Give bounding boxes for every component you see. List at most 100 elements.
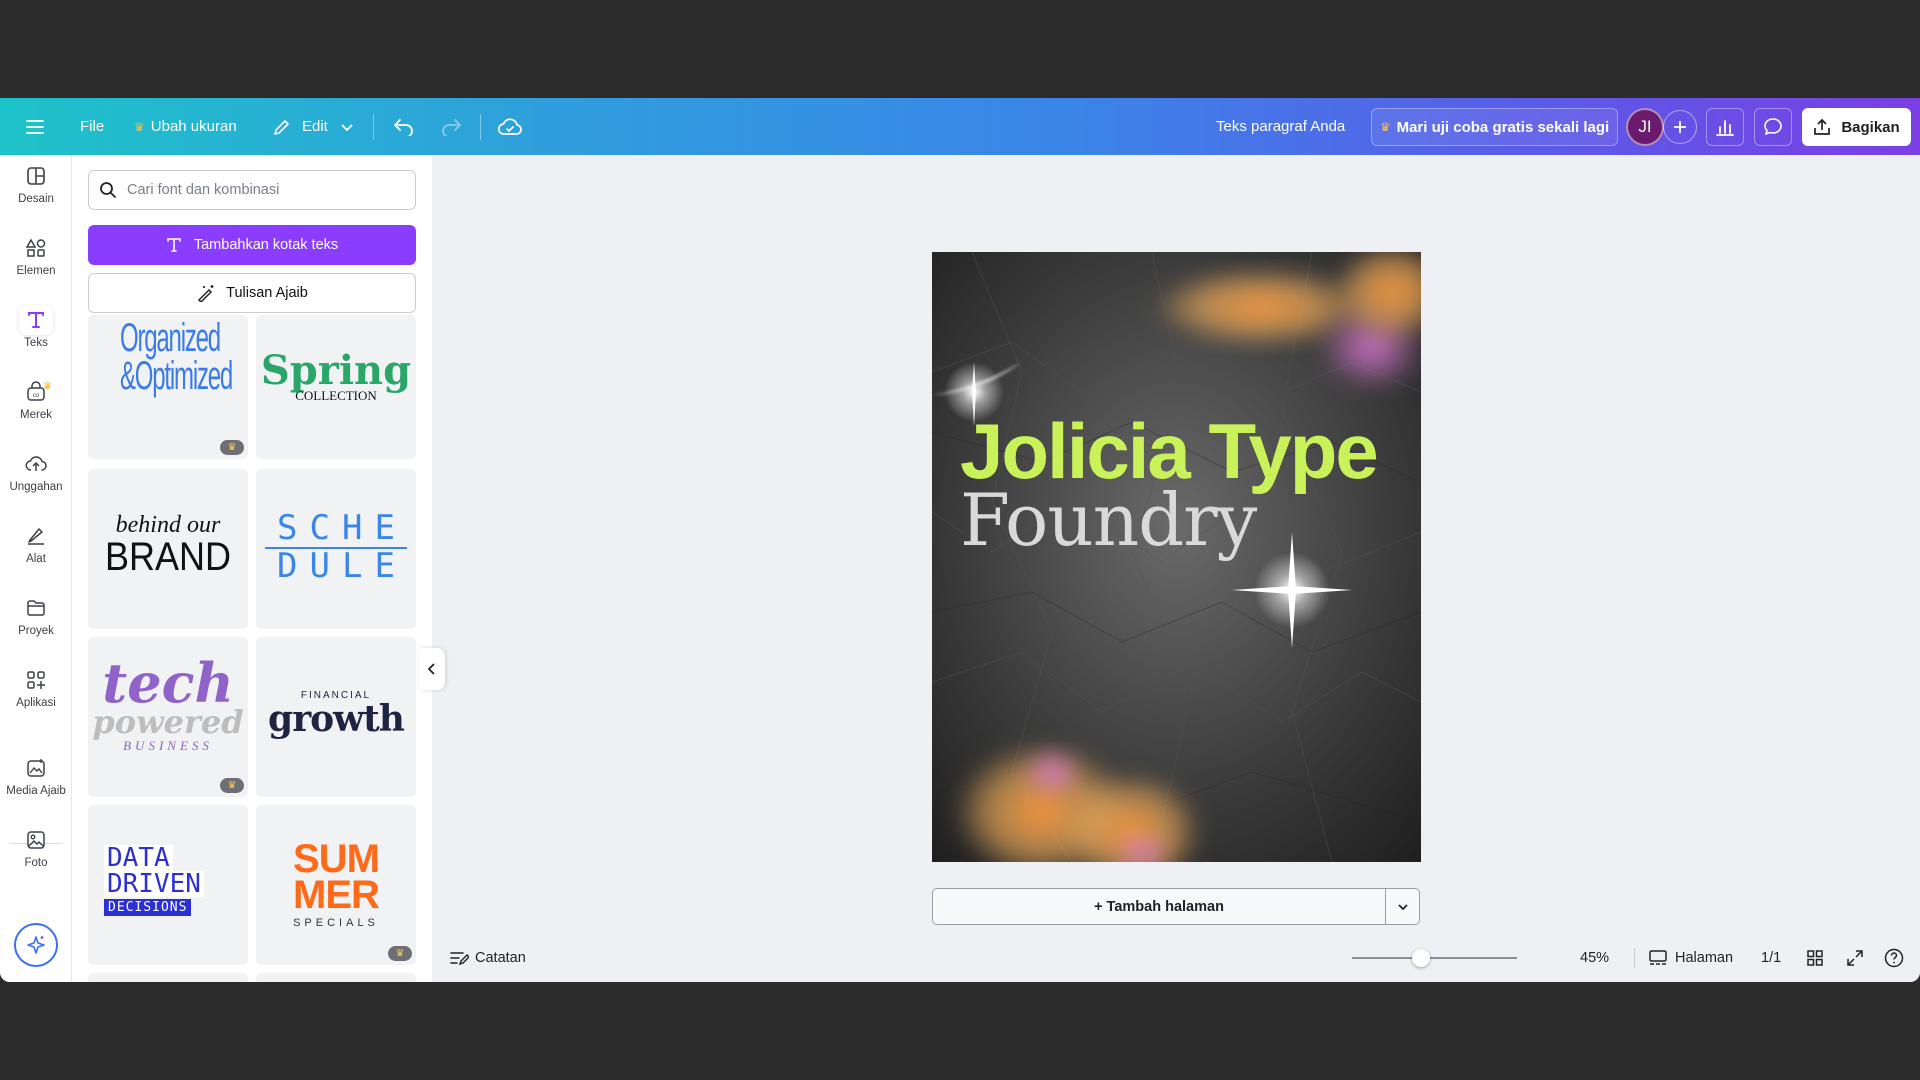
draw-icon (28, 528, 44, 545)
cloud-check-icon (498, 117, 522, 135)
text-panel: Tambahkan kotak teks Tulisan Ajaib Organ… (72, 155, 432, 982)
rail-label: Proyek (18, 625, 54, 637)
free-trial-label: Mari uji coba gratis sekali lagi (1396, 118, 1610, 136)
redo-button[interactable] (440, 98, 462, 155)
layout-icon (27, 167, 45, 185)
avatar[interactable]: JI (1626, 108, 1664, 146)
pages-button[interactable]: Halaman (1648, 934, 1733, 982)
zoom-level[interactable]: 45% (1580, 934, 1609, 982)
resize-button[interactable]: ♛ Ubah ukuran (134, 98, 237, 155)
rail-item-text[interactable]: Teks (0, 299, 72, 363)
rail-label: Teks (24, 337, 48, 349)
font-combo-tech[interactable]: tech powered BUSINESS ♛ (88, 637, 248, 797)
font-search[interactable] (88, 170, 416, 210)
zoom-level-text: 45% (1580, 950, 1610, 966)
rail-item-magic-media[interactable]: Media Ajaib (0, 747, 72, 811)
free-trial-button[interactable]: ♛ Mari uji coba gratis sekali lagi (1371, 108, 1618, 146)
insights-button[interactable] (1706, 108, 1744, 146)
magic-write-label: Tulisan Ajaib (226, 285, 308, 301)
add-page-button[interactable]: + Tambah halaman (933, 889, 1386, 924)
add-page-label: + Tambah halaman (1094, 898, 1224, 915)
hamburger-icon[interactable] (26, 98, 44, 155)
font-combo-growth[interactable]: FINANCIAL growth (256, 637, 416, 797)
expand-icon (1847, 950, 1863, 966)
help-button[interactable] (1884, 934, 1904, 982)
tile-text: MER (293, 873, 380, 917)
font-combo-data-driven[interactable]: DATA DRIVEN DECISIONS (88, 805, 248, 965)
font-combo-organized[interactable]: Organized &Optimized ♛ (88, 315, 248, 459)
pro-crown-badge: ♛ (220, 778, 244, 793)
toolbar-divider (480, 98, 481, 155)
zoom-slider-handle[interactable] (1412, 949, 1431, 967)
font-combo-spring[interactable]: Spring COLLECTION (256, 315, 416, 459)
tile-text: behind our (115, 512, 221, 538)
rail-label: Alat (26, 553, 46, 565)
bottom-bar: Catatan 45% Halaman 1/1 (432, 934, 1920, 982)
rail-item-brand[interactable]: co ♛ Merek (0, 371, 72, 435)
font-combo-summer[interactable]: SUM MER SPECIALS ♛ (256, 805, 416, 965)
grid-view-button[interactable] (1806, 934, 1824, 982)
cloud-save-button[interactable] (498, 98, 522, 155)
add-collaborator-button[interactable] (1663, 110, 1697, 144)
font-combo-partial[interactable] (88, 973, 248, 982)
magic-write-button[interactable]: Tulisan Ajaib (88, 273, 416, 313)
search-input[interactable] (127, 182, 397, 198)
active-indicator (19, 305, 53, 335)
collapse-panel-button[interactable] (419, 648, 445, 690)
document-title-text: Teks paragraf Anda (1216, 118, 1346, 135)
font-combo-schedule[interactable]: SCHE DULE (256, 469, 416, 629)
toolbar-divider (373, 98, 374, 155)
undo-button[interactable] (393, 98, 415, 155)
pro-crown-badge: ♛ (388, 946, 412, 961)
tile-text: Organized (120, 316, 221, 360)
rail-item-uploads[interactable]: Unggahan (0, 443, 72, 507)
subheadline-text[interactable]: Foundry (960, 484, 1257, 556)
page-count-text: 1/1 (1761, 950, 1782, 966)
tile-text: SPECIALS (293, 917, 379, 929)
fullscreen-button[interactable] (1846, 934, 1864, 982)
help-icon (1884, 948, 1904, 968)
share-icon (1814, 118, 1831, 135)
rail-item-projects[interactable]: Proyek (0, 587, 72, 651)
design-page[interactable]: Jolicia Type Foundry (932, 252, 1421, 862)
pages-icon (1649, 950, 1667, 965)
edit-menu[interactable]: Edit (272, 98, 354, 155)
tile-text: DRIVEN (104, 871, 204, 897)
folder-icon (27, 600, 45, 616)
tile-text: DECISIONS (104, 899, 192, 916)
plus-icon (1674, 121, 1686, 133)
rail-item-photos[interactable]: Foto (0, 819, 72, 883)
file-menu[interactable]: File (80, 98, 104, 155)
rail-item-design[interactable]: Desain (0, 155, 72, 219)
document-title[interactable]: Teks paragraf Anda (1216, 98, 1345, 155)
add-page-dropdown[interactable] (1386, 889, 1419, 924)
rail-label: Foto (24, 857, 48, 869)
upload-icon (25, 456, 47, 471)
font-combo-brand[interactable]: behind our BRAND (88, 469, 248, 629)
rail-label: Desain (18, 193, 54, 205)
add-text-box-button[interactable]: Tambahkan kotak teks (88, 225, 416, 265)
rail-item-elements[interactable]: Elemen (0, 227, 72, 291)
page-count[interactable]: 1/1 (1761, 934, 1781, 982)
top-toolbar: File ♛ Ubah ukuran Edit Teks paragraf An… (0, 98, 1920, 155)
comments-button[interactable] (1754, 108, 1792, 146)
rail-label: Elemen (16, 265, 56, 277)
zoom-slider[interactable] (1352, 949, 1517, 967)
magic-assistant-button[interactable] (14, 923, 58, 967)
font-combo-partial[interactable] (256, 973, 416, 982)
bar-chart-icon (1716, 120, 1734, 136)
crown-icon: ♛ (43, 381, 52, 392)
comment-icon (1764, 118, 1782, 136)
rail-label: Unggahan (9, 481, 63, 493)
pencil-icon (274, 119, 289, 135)
share-button[interactable]: Bagikan (1802, 108, 1911, 146)
rail-item-apps[interactable]: Aplikasi (0, 659, 72, 723)
tile-text: BRAND (104, 535, 232, 579)
magic-media-icon (27, 759, 45, 777)
chevron-left-icon (427, 663, 435, 675)
file-label: File (80, 118, 105, 135)
rail-item-tools[interactable]: Alat (0, 515, 72, 579)
tile-text: &Optimized (120, 354, 233, 398)
tile-text: DULE (277, 545, 407, 586)
notes-button[interactable]: Catatan (449, 934, 526, 982)
